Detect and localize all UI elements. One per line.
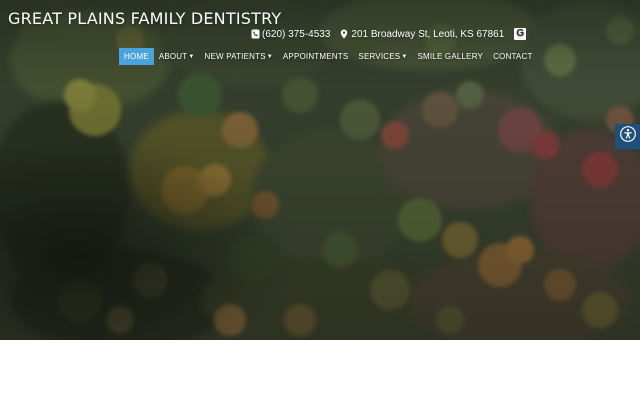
nav-item-smile-gallery[interactable]: SMILE GALLERY [412,48,488,65]
address-text: 201 Broadway St, Leoti, KS 67861 [351,28,505,40]
phone-link[interactable]: (620) 375-4533 [251,29,330,40]
site-title[interactable]: GREAT PLAINS FAMILY DENTISTRY [8,9,281,28]
nav-item-contact[interactable]: CONTACT [488,48,537,65]
nav-item-home[interactable]: HOME [119,48,154,65]
phone-number: (620) 375-4533 [262,28,331,40]
nav-label: APPOINTMENTS [282,52,349,61]
map-pin-icon [340,29,349,39]
nav-label: ABOUT [158,52,188,61]
nav-label: CONTACT [493,52,533,61]
accessibility-button[interactable] [615,124,640,149]
contact-bar: (620) 375-4533 201 Broadway St, Leoti, K… [251,27,527,41]
nav-label: SERVICES [358,52,401,61]
caret-down-icon: ▼ [266,54,273,60]
hero-banner: GREAT PLAINS FAMILY DENTISTRY (620) 375-… [0,0,640,340]
caret-down-icon: ▼ [401,54,408,60]
nav-label: HOME [124,52,149,61]
main-nav: HOME ABOUT▼ NEW PATIENTS▼ APPOINTMENTS S… [119,48,538,65]
nav-item-appointments[interactable]: APPOINTMENTS [278,48,354,65]
caret-down-icon: ▼ [188,54,195,60]
nav-item-about[interactable]: ABOUT▼ [154,48,200,65]
google-icon[interactable]: G [514,28,527,40]
nav-label: NEW PATIENTS [204,52,266,61]
address-link[interactable]: 201 Broadway St, Leoti, KS 67861 [340,29,504,40]
phone-icon [251,29,260,39]
nav-item-services[interactable]: SERVICES▼ [353,48,412,65]
nav-item-new-patients[interactable]: NEW PATIENTS▼ [200,48,278,65]
nav-label: SMILE GALLERY [417,52,484,61]
accessibility-icon [619,126,636,147]
